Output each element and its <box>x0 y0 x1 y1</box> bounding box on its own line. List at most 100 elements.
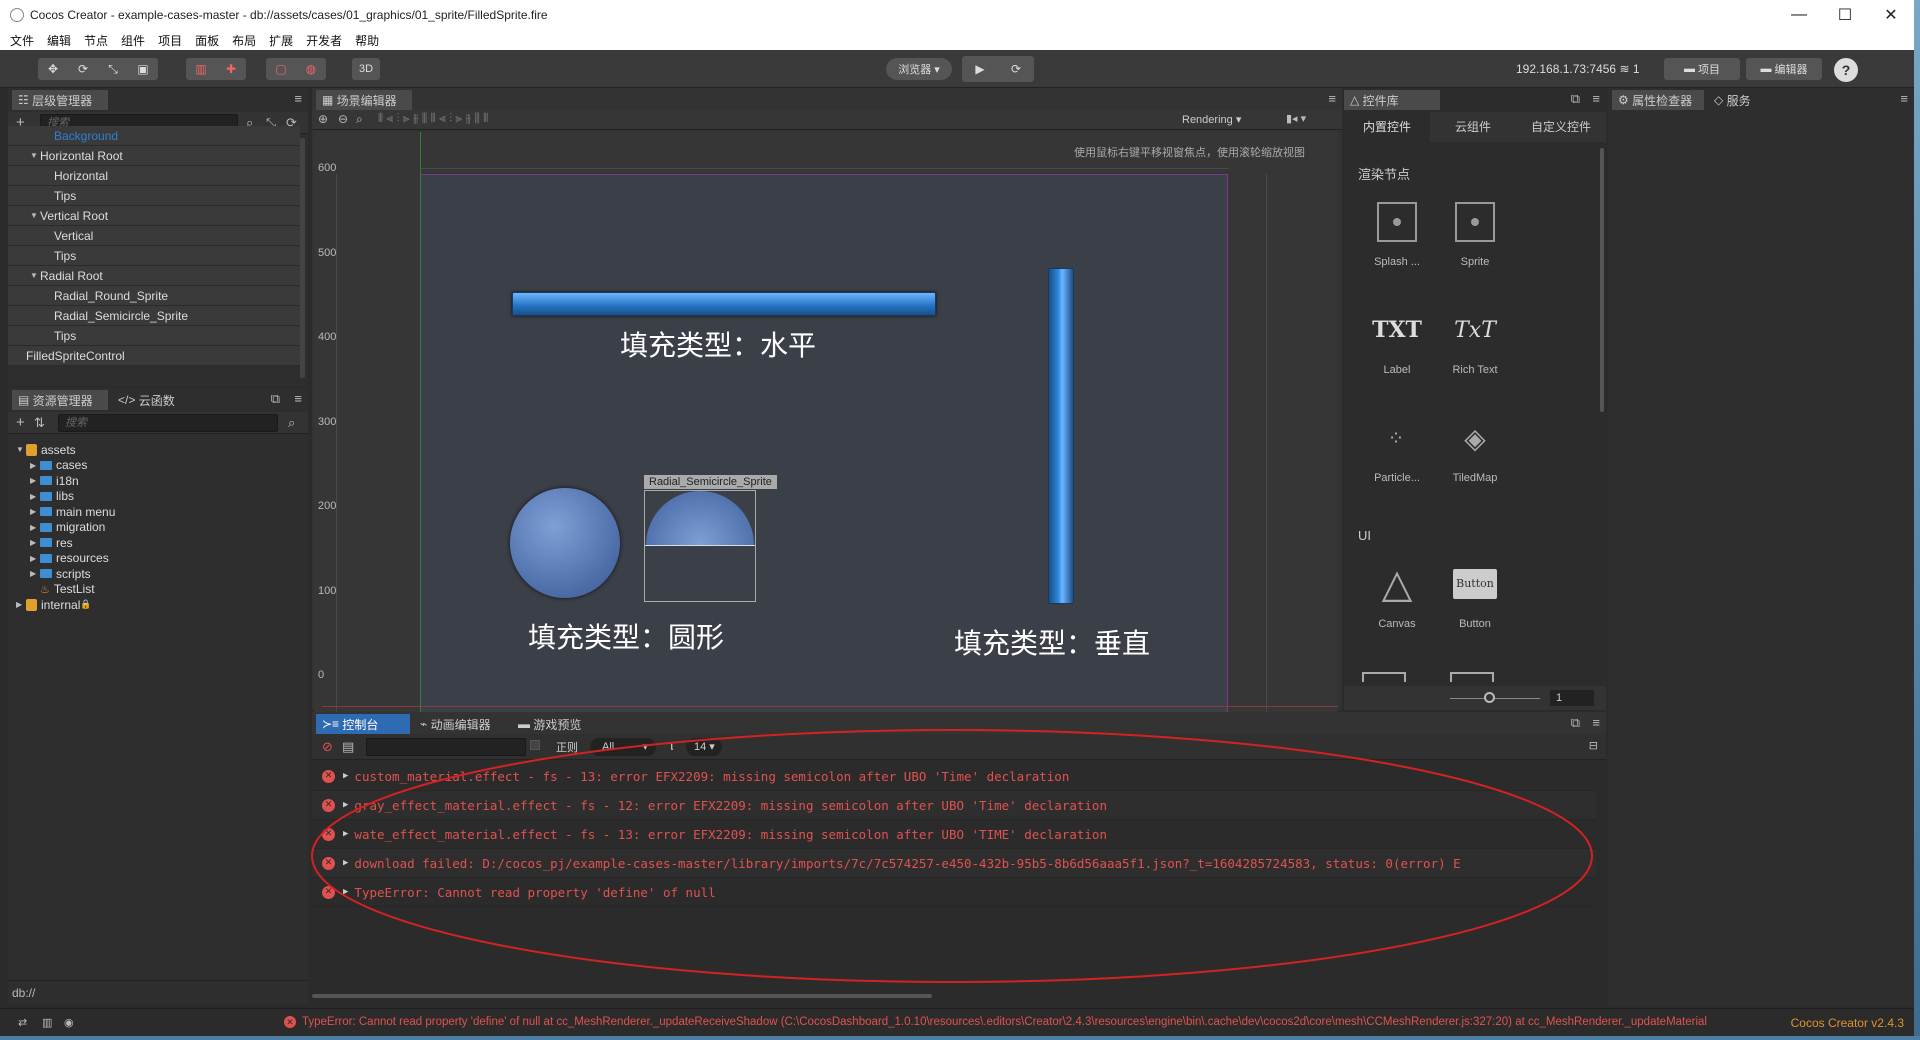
expand-arrow-icon[interactable]: ▼ <box>16 445 26 454</box>
tab-cloud-functions[interactable]: </> 云函数 <box>112 390 182 410</box>
zoom-in-icon[interactable]: ⊕ <box>318 112 328 126</box>
tab-assets[interactable]: ▤ 资源管理器 <box>12 390 108 410</box>
asset-item[interactable]: ▶ internal 🔒 <box>16 595 92 614</box>
minimize-button[interactable]: — <box>1776 0 1822 30</box>
tab-inspector[interactable]: ⚙ 属性检查器 <box>1612 90 1704 110</box>
scale-tool-icon[interactable]: ⤡ <box>98 58 128 80</box>
help-button[interactable]: ? <box>1834 58 1858 82</box>
menu-edit[interactable]: 编辑 <box>47 32 71 49</box>
hierarchy-node[interactable]: Radial_Round_Sprite <box>8 286 300 306</box>
project-button[interactable]: ▬ 项目 <box>1664 58 1740 80</box>
menu-panel[interactable]: 面板 <box>195 32 219 49</box>
hierarchy-node[interactable]: Radial_Semicircle_Sprite <box>8 306 300 326</box>
refresh-icon[interactable]: ⟳ <box>998 56 1034 82</box>
zoom-reset-icon[interactable]: ⌕ <box>356 112 363 127</box>
vertical-filled-sprite[interactable] <box>1048 268 1074 604</box>
hierarchy-node[interactable]: Tips <box>8 186 300 206</box>
rect-tool-icon[interactable]: ▣ <box>128 58 158 80</box>
menu-extension[interactable]: 扩展 <box>269 32 293 49</box>
tab-scene[interactable]: ▦ 场景编辑器 <box>316 90 412 110</box>
panel-menu-icon[interactable]: ≡ <box>1328 91 1336 106</box>
expand-arrow-icon[interactable]: ▶ <box>30 461 40 470</box>
popout-icon[interactable]: ⧉ <box>1571 91 1580 107</box>
menu-node[interactable]: 节点 <box>84 32 108 49</box>
tab-custom[interactable]: 自定义控件 <box>1516 112 1606 142</box>
menu-developer[interactable]: 开发者 <box>306 32 342 49</box>
panel-menu-icon[interactable]: ≡ <box>294 91 302 106</box>
browser-select[interactable]: 浏览器 ▾ <box>886 58 952 80</box>
menu-layout[interactable]: 布局 <box>232 32 256 49</box>
move-tool-icon[interactable]: ✥ <box>38 58 68 80</box>
pivot-icon[interactable]: ▥ <box>186 58 216 80</box>
tab-services[interactable]: ◇ 服务 <box>1708 90 1764 110</box>
status-error-text[interactable]: TypeError: Cannot read property 'define'… <box>302 1016 1770 1028</box>
sync-icon[interactable]: ⇄ <box>18 1016 27 1029</box>
tab-builtin[interactable]: 内置控件 <box>1344 112 1430 142</box>
lib-canvas[interactable]: △ Canvas <box>1362 562 1432 630</box>
play-icon[interactable]: ▶ <box>962 56 998 82</box>
gizmo-icon[interactable]: ◍ <box>296 58 326 80</box>
radial-round-sprite[interactable] <box>510 488 620 598</box>
zoom-input[interactable]: 1 <box>1550 690 1594 706</box>
maximize-button[interactable]: ☐ <box>1822 0 1868 30</box>
lib-particle[interactable]: ⁘ Particle... <box>1362 416 1432 485</box>
tab-cloud[interactable]: 云组件 <box>1430 112 1516 142</box>
tab-hierarchy[interactable]: ☷ 层级管理器 <box>12 90 108 110</box>
scene-viewport[interactable]: 6005004003002001000 -1000100200300400500… <box>314 132 1338 730</box>
panel-menu-icon[interactable]: ≡ <box>1592 91 1600 106</box>
hierarchy-node[interactable]: Tips <box>8 246 300 266</box>
lib-richtext[interactable]: TxT Rich Text <box>1440 308 1510 377</box>
panel-menu-icon[interactable]: ≡ <box>294 391 302 406</box>
menu-project[interactable]: 项目 <box>158 32 182 49</box>
eye-icon[interactable]: ◉ <box>64 1016 74 1029</box>
hierarchy-node[interactable]: ▼ Radial Root <box>8 266 300 286</box>
close-button[interactable]: ✕ <box>1868 0 1914 30</box>
mode-3d-button[interactable]: 3D <box>352 58 380 80</box>
rendering-select[interactable]: Rendering ▾ <box>1182 113 1241 126</box>
add-asset-icon[interactable]: + <box>16 414 25 431</box>
align-icons[interactable]: ⫴ ⫷ ⫶ ⫸ ⫵ ⫼ ⫴ ⫷ ⫶ ⫸ ⫵ ⫼ ⫴ <box>378 111 488 126</box>
expand-arrow-icon[interactable]: ▶ <box>30 523 40 532</box>
hierarchy-node[interactable]: ▼ Horizontal Root <box>8 146 300 166</box>
assets-search-input[interactable]: 搜索 <box>58 414 278 432</box>
expand-arrow-icon[interactable]: ▶ <box>30 507 40 516</box>
zoom-slider-handle[interactable] <box>1484 692 1495 703</box>
search-icon[interactable]: ⌕ <box>288 415 295 431</box>
expand-arrow-icon[interactable]: ▼ <box>30 211 40 220</box>
panel-menu-icon[interactable]: ≡ <box>1900 91 1908 106</box>
expand-arrow-icon[interactable]: ▶ <box>30 476 40 485</box>
lib-sprite[interactable]: Sprite <box>1440 200 1510 268</box>
menu-help[interactable]: 帮助 <box>355 32 379 49</box>
expand-arrow-icon[interactable]: ▶ <box>16 600 26 609</box>
expand-arrow-icon[interactable]: ▶ <box>30 492 40 501</box>
horizontal-filled-sprite[interactable] <box>512 292 936 316</box>
hierarchy-node[interactable]: FilledSpriteControl <box>8 346 300 366</box>
hierarchy-node[interactable]: Tips <box>8 326 300 346</box>
trash-icon[interactable]: ▥ <box>42 1016 52 1029</box>
hierarchy-node[interactable]: Vertical <box>8 226 300 246</box>
hierarchy-scrollbar[interactable] <box>300 138 305 378</box>
lib-more-icon[interactable] <box>1450 672 1494 682</box>
lib-splash[interactable]: Splash ... <box>1362 200 1432 268</box>
expand-arrow-icon[interactable]: ▼ <box>30 271 40 280</box>
editor-button[interactable]: ▬ 编辑器 <box>1746 58 1822 80</box>
expand-arrow-icon[interactable]: ▼ <box>30 151 40 160</box>
lib-label-item[interactable]: TXT Label <box>1362 308 1432 376</box>
hierarchy-node[interactable]: Horizontal <box>8 166 300 186</box>
lib-button[interactable]: Button Button <box>1440 562 1510 630</box>
expand-arrow-icon[interactable]: ▶ <box>30 554 40 563</box>
tab-library[interactable]: △ 控件库 <box>1344 90 1440 110</box>
semicircle-selection-box[interactable] <box>644 490 756 602</box>
camera-icon[interactable]: ▮◂ ▾ <box>1286 112 1306 125</box>
lib-more-icon[interactable] <box>1362 672 1406 682</box>
rotate-tool-icon[interactable]: ⟳ <box>68 58 98 80</box>
menu-component[interactable]: 组件 <box>121 32 145 49</box>
expand-arrow-icon[interactable]: ▶ <box>30 569 40 578</box>
hierarchy-node[interactable]: Background <box>8 126 300 146</box>
zoom-out-icon[interactable]: ⊖ <box>338 112 348 126</box>
hierarchy-node[interactable]: ▼ Vertical Root <box>8 206 300 226</box>
menu-file[interactable]: 文件 <box>10 32 34 49</box>
library-scrollbar[interactable] <box>1600 148 1604 412</box>
snap-icon[interactable]: ▢ <box>266 58 296 80</box>
sort-icon[interactable]: ⇅ <box>34 415 45 431</box>
